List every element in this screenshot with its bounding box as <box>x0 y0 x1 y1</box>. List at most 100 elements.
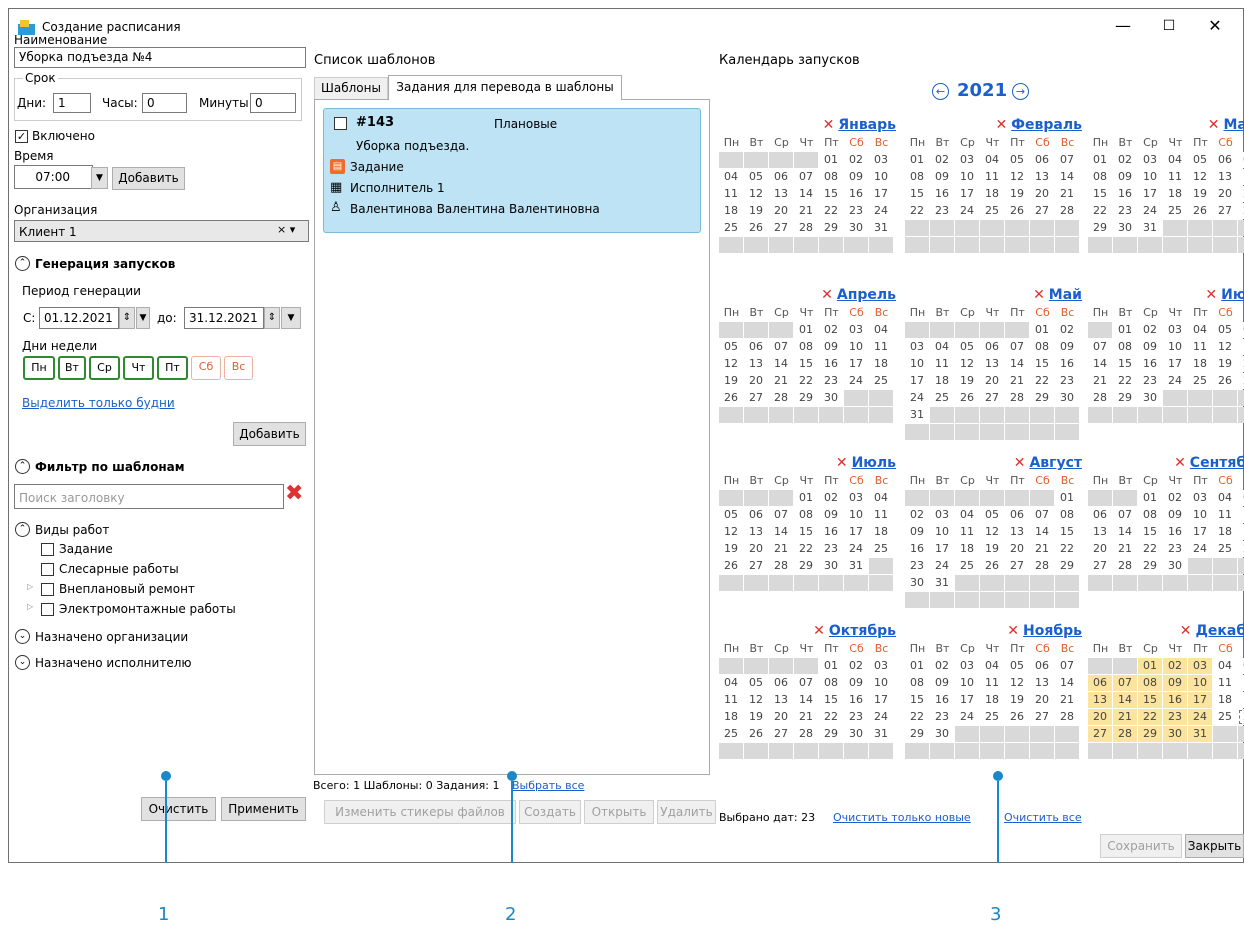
worktype-checkbox[interactable] <box>41 583 54 596</box>
calendar-day[interactable]: 22 <box>1113 373 1137 389</box>
calendar-day[interactable]: 17 <box>930 541 954 557</box>
calendar-day[interactable]: 02 <box>844 152 868 168</box>
assigned-exec-header[interactable]: Назначено исполнителю <box>35 656 191 670</box>
calendar-day[interactable]: 03 <box>905 339 929 355</box>
apply-button[interactable]: Применить <box>221 797 306 821</box>
calendar-day[interactable]: 05 <box>1238 490 1244 506</box>
calendar-day[interactable]: 14 <box>769 524 793 540</box>
calendar-day[interactable]: 06 <box>1005 507 1029 523</box>
calendar-day[interactable]: 23 <box>819 373 843 389</box>
calendar-day[interactable]: 24 <box>844 373 868 389</box>
calendar-day[interactable]: 24 <box>905 390 929 406</box>
delete-button[interactable]: Удалить <box>657 800 716 824</box>
calendar-day[interactable]: 25 <box>719 220 743 236</box>
clear-month-icon[interactable]: ✕ <box>995 117 1007 133</box>
calendar-day[interactable]: 20 <box>744 373 768 389</box>
from-date-input[interactable]: 01.12.2021 <box>39 307 119 329</box>
calendar-day[interactable]: 24 <box>930 558 954 574</box>
clear-new-link[interactable]: Очистить только новые <box>833 811 971 824</box>
clear-month-icon[interactable]: ✕ <box>821 287 833 303</box>
calendar-day[interactable]: 29 <box>1138 726 1162 742</box>
calendar-day[interactable]: 30 <box>844 726 868 742</box>
calendar-day[interactable]: 07 <box>794 675 818 691</box>
worktype-checkbox[interactable] <box>41 603 54 616</box>
calendar-day[interactable]: 06 <box>1213 152 1237 168</box>
calendar-day[interactable]: 19 <box>719 373 743 389</box>
calendar-day[interactable]: 02 <box>930 658 954 674</box>
calendar-day[interactable]: 10 <box>844 507 868 523</box>
collapse-filter-icon[interactable]: ⌃ <box>15 459 30 474</box>
month-name[interactable]: Июль <box>852 455 896 471</box>
calendar-day[interactable]: 23 <box>844 709 868 725</box>
calendar-day[interactable]: 03 <box>955 152 979 168</box>
calendar-day[interactable]: 13 <box>769 186 793 202</box>
time-dropdown-button[interactable]: ▼ <box>91 167 108 189</box>
calendar-day[interactable]: 10 <box>1188 675 1212 691</box>
calendar-day[interactable]: 20 <box>1088 541 1112 557</box>
calendar-day[interactable]: 05 <box>980 507 1004 523</box>
calendar-day[interactable]: 22 <box>1138 541 1162 557</box>
calendar-day[interactable]: 24 <box>1188 709 1212 725</box>
calendar-day[interactable]: 16 <box>930 692 954 708</box>
select-all-link[interactable]: Выбрать все <box>512 779 584 792</box>
calendar-day[interactable]: 12 <box>719 356 743 372</box>
calendar-day[interactable]: 21 <box>1030 541 1054 557</box>
calendar-day[interactable]: 28 <box>794 726 818 742</box>
calendar-day[interactable]: 30 <box>1163 726 1187 742</box>
calendar-day[interactable]: 25 <box>1163 203 1187 219</box>
calendar-day[interactable]: 10 <box>930 524 954 540</box>
calendar-day[interactable]: 11 <box>1213 507 1237 523</box>
calendar-day[interactable]: 05 <box>719 339 743 355</box>
calendar-day[interactable]: 14 <box>1088 356 1112 372</box>
calendar-day[interactable]: 21 <box>794 709 818 725</box>
calendar-day[interactable]: 19 <box>1238 524 1244 540</box>
calendar-day[interactable]: 04 <box>869 490 893 506</box>
calendar-day[interactable]: 03 <box>1188 490 1212 506</box>
calendar-day[interactable]: 25 <box>980 203 1004 219</box>
calendar-day[interactable]: 16 <box>1113 186 1137 202</box>
calendar-day[interactable]: 23 <box>819 541 843 557</box>
calendar-day[interactable]: 04 <box>1213 658 1237 674</box>
calendar-day[interactable]: 14 <box>1113 524 1137 540</box>
calendar-day[interactable]: 24 <box>844 541 868 557</box>
calendar-day[interactable]: 05 <box>744 169 768 185</box>
calendar-day[interactable]: 18 <box>1213 692 1237 708</box>
weekday-sat[interactable]: Сб <box>191 356 221 380</box>
calendar-day[interactable]: 13 <box>744 524 768 540</box>
calendar-day[interactable]: 06 <box>744 507 768 523</box>
calendar-day[interactable]: 14 <box>1113 692 1137 708</box>
time-input[interactable]: 07:00 <box>14 165 93 189</box>
calendar-day[interactable]: 17 <box>1163 356 1187 372</box>
calendar-day[interactable]: 18 <box>719 709 743 725</box>
calendar-day[interactable]: 09 <box>1055 339 1079 355</box>
calendar-day[interactable]: 17 <box>955 186 979 202</box>
calendar-day[interactable]: 18 <box>980 692 1004 708</box>
calendar-day[interactable]: 25 <box>980 709 1004 725</box>
weekday-fri[interactable]: Пт <box>157 356 188 380</box>
calendar-day[interactable]: 16 <box>1055 356 1079 372</box>
calendar-day[interactable]: 14 <box>794 692 818 708</box>
clear-month-icon[interactable]: ✕ <box>1014 455 1026 471</box>
calendar-day[interactable]: 25 <box>869 373 893 389</box>
calendar-day[interactable]: 21 <box>1238 186 1244 202</box>
calendar-day[interactable]: 12 <box>719 524 743 540</box>
month-name[interactable]: Сентябрь <box>1190 455 1244 471</box>
edit-stickers-button[interactable]: Изменить стикеры файлов <box>324 800 516 824</box>
calendar-day[interactable]: 20 <box>1005 541 1029 557</box>
calendar-day[interactable]: 06 <box>769 169 793 185</box>
calendar-day[interactable]: 17 <box>905 373 929 389</box>
calendar-day[interactable]: 04 <box>980 658 1004 674</box>
calendar-day[interactable]: 21 <box>1113 709 1137 725</box>
calendar-day[interactable]: 21 <box>769 541 793 557</box>
weekday-mon[interactable]: Пн <box>23 356 55 380</box>
calendar-day[interactable]: 18 <box>869 524 893 540</box>
calendar-day[interactable]: 09 <box>1138 339 1162 355</box>
from-dropdown[interactable]: ▼ <box>136 307 150 329</box>
calendar-day[interactable]: 25 <box>869 541 893 557</box>
calendar-day[interactable]: 09 <box>819 339 843 355</box>
calendar-day[interactable]: 30 <box>844 220 868 236</box>
month-name[interactable]: Февраль <box>1011 117 1082 133</box>
calendar-day[interactable]: 20 <box>769 203 793 219</box>
calendar-day[interactable]: 08 <box>794 339 818 355</box>
calendar-day[interactable]: 05 <box>955 339 979 355</box>
